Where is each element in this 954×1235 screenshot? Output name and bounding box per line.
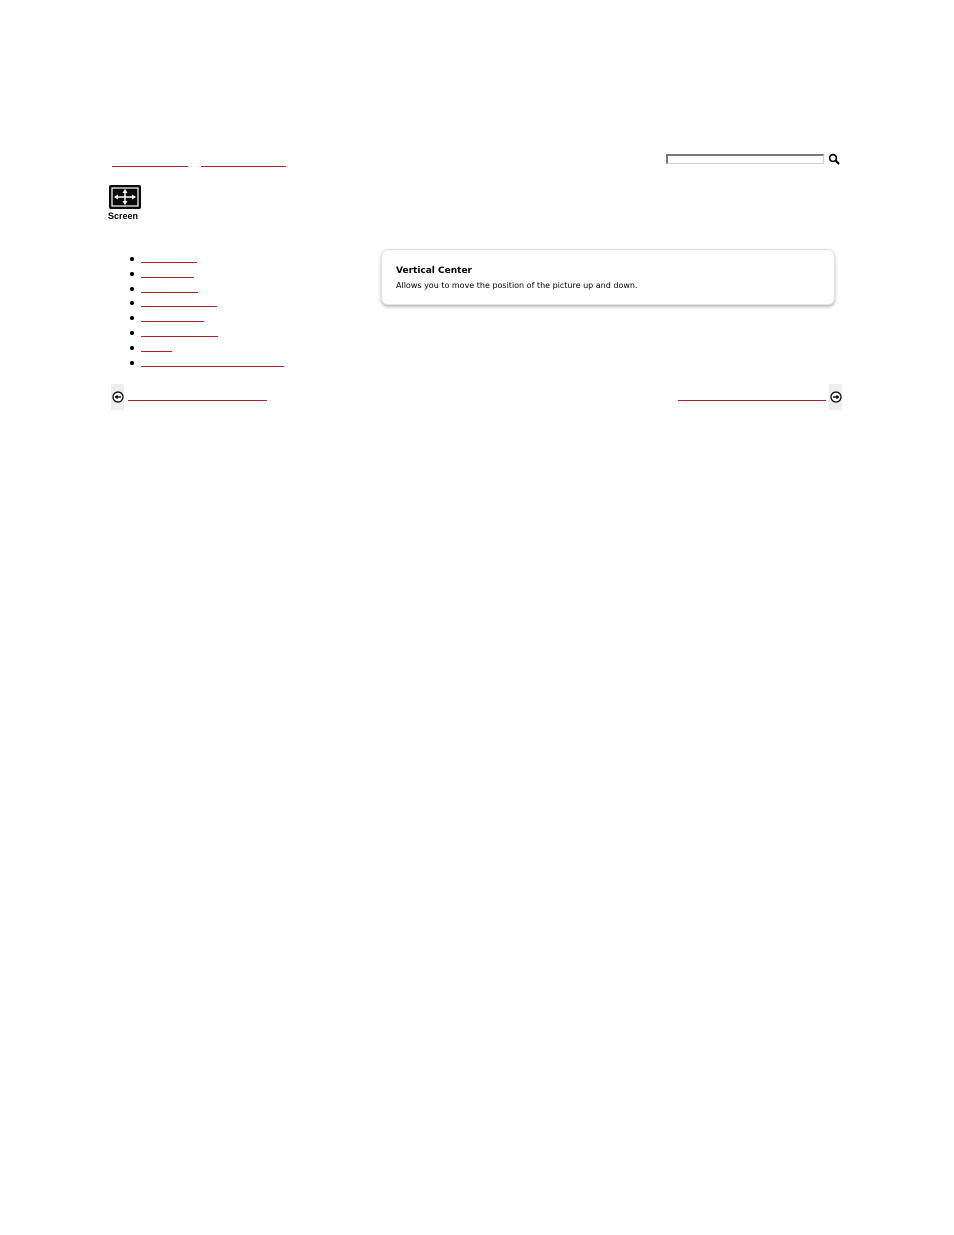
bullet-icon — [130, 345, 134, 350]
bullet-icon — [130, 271, 134, 276]
bullet-icon — [130, 286, 134, 291]
sidebar-item-link[interactable] — [141, 365, 284, 367]
sidebar-item-link[interactable] — [141, 335, 218, 337]
bullet-icon — [130, 257, 134, 261]
sidebar-item-link[interactable] — [141, 306, 217, 308]
bullet-icon — [130, 360, 134, 365]
bullet-icon — [130, 316, 134, 321]
sidebar-item-link[interactable] — [141, 291, 198, 293]
prev-page-link[interactable] — [128, 400, 267, 401]
sidebar-item-link[interactable] — [141, 321, 204, 323]
breadcrumb-link-2[interactable] — [201, 158, 286, 167]
sidebar-item-link[interactable] — [141, 276, 194, 278]
card-description: Allows you to move the position of the p… — [396, 281, 638, 290]
sidebar-item-link[interactable] — [141, 262, 197, 263]
bullet-icon — [130, 330, 134, 335]
move-arrows-icon — [111, 187, 139, 207]
bullet-icon — [130, 301, 134, 306]
info-card: Vertical Center Allows you to move the p… — [381, 249, 835, 305]
screen-label: Screen — [108, 211, 139, 221]
search-bar — [666, 153, 840, 165]
search-input[interactable] — [666, 154, 824, 164]
breadcrumb-link-1[interactable] — [112, 158, 188, 167]
screen-icon — [109, 185, 141, 209]
next-arrow-icon[interactable] — [830, 391, 842, 403]
search-icon[interactable] — [828, 153, 840, 165]
next-page-link[interactable] — [678, 400, 826, 401]
card-title: Vertical Center — [396, 266, 472, 276]
sidebar-item-link[interactable] — [141, 350, 172, 352]
prev-arrow-icon[interactable] — [112, 391, 124, 403]
